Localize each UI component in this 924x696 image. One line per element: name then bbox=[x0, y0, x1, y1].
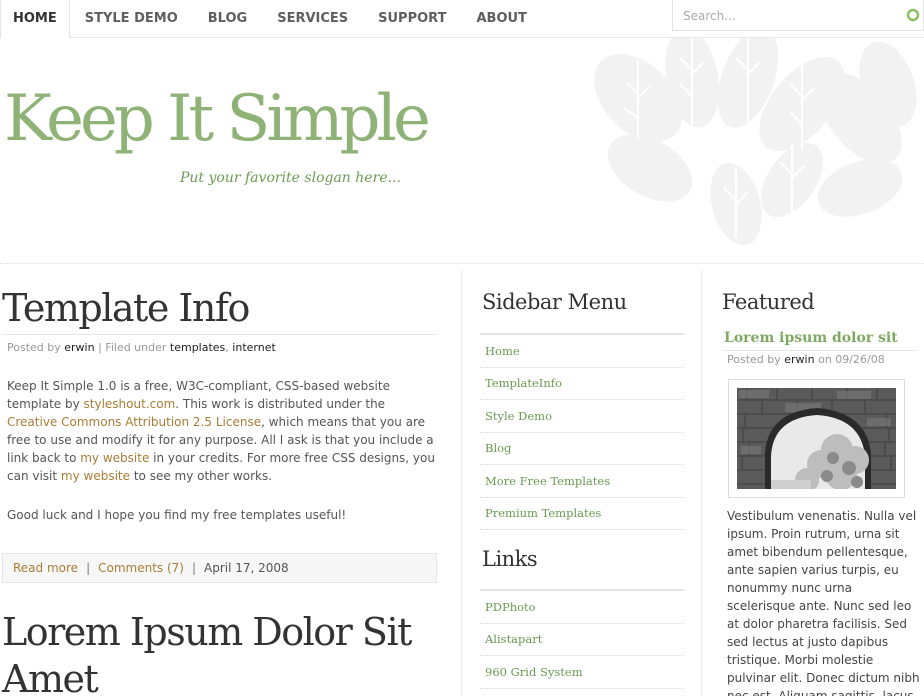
post-info: Posted by erwin | Filed under templates,… bbox=[7, 341, 276, 354]
main-nav: Home Style Demo Blog Services Support Ab… bbox=[0, 0, 542, 39]
featured-image[interactable] bbox=[737, 388, 896, 489]
search-box bbox=[672, 0, 924, 31]
post-paragraph: Good luck and I hope you find my free te… bbox=[7, 508, 347, 522]
sidebar-item-templateinfo[interactable]: TemplateInfo bbox=[480, 368, 684, 400]
main-content: Template Info Posted by erwin | Filed un… bbox=[0, 264, 462, 696]
post-tag-link[interactable]: internet bbox=[232, 341, 276, 354]
sidebar-item-premium-templates[interactable]: Premium Templates bbox=[480, 498, 684, 530]
sidebar-item-style-demo[interactable]: Style Demo bbox=[480, 400, 684, 433]
site-title[interactable]: Keep It Simple bbox=[4, 82, 431, 156]
nav-item-about[interactable]: About bbox=[461, 0, 541, 38]
featured-image-frame bbox=[728, 379, 905, 498]
featured-author-link[interactable]: erwin bbox=[784, 353, 814, 366]
sidebar-item-home[interactable]: Home bbox=[480, 335, 684, 368]
featured-body: Vestibulum venenatis. Nulla vel ipsum. P… bbox=[727, 509, 920, 696]
posted-by-label: Posted by bbox=[727, 353, 781, 366]
link-item-pdphoto[interactable]: PDPhoto bbox=[480, 591, 684, 624]
featured-heading: Featured bbox=[722, 290, 815, 314]
my-website-link[interactable]: my website bbox=[80, 451, 149, 465]
posted-by-label: Posted by bbox=[7, 341, 61, 354]
post-title[interactable]: Lorem Ipsum Dolor Sit bbox=[2, 610, 412, 654]
separator: | bbox=[191, 561, 197, 575]
link-item-alistapart[interactable]: Alistapart bbox=[480, 624, 684, 656]
top-navigation-bar: Home Style Demo Blog Services Support Ab… bbox=[0, 0, 924, 39]
site-slogan: Put your favorite slogan here... bbox=[180, 170, 401, 186]
links-list: PDPhoto Alistapart 960 Grid System bbox=[480, 591, 684, 689]
comments-link[interactable]: Comments (7) bbox=[98, 561, 184, 575]
decorative-leaf-graphic bbox=[594, 38, 917, 246]
nav-item-support[interactable]: Support bbox=[363, 0, 461, 38]
post-title[interactable]: Template Info bbox=[2, 286, 250, 330]
styleshout-link[interactable]: styleshout.com bbox=[84, 397, 176, 411]
my-website-link[interactable]: my website bbox=[61, 469, 130, 483]
post-body: Keep It Simple 1.0 is a free, W3C-compli… bbox=[7, 377, 439, 545]
featured-post-title[interactable]: Lorem ipsum dolor sit bbox=[724, 330, 898, 346]
post-title-divider bbox=[2, 334, 436, 335]
featured-section: Featured Lorem ipsum dolor sit Posted by… bbox=[702, 264, 924, 696]
sidebar-menu-heading: Sidebar Menu bbox=[482, 290, 627, 314]
nav-item-home[interactable]: Home bbox=[0, 0, 70, 39]
site-header: Keep It Simple Put your favorite slogan … bbox=[0, 38, 924, 264]
search-icon[interactable] bbox=[906, 8, 920, 22]
post-footer: Read more | Comments (7) | April 17, 2008 bbox=[2, 553, 437, 583]
search-input[interactable] bbox=[683, 6, 893, 26]
featured-post-info: Posted by erwin on 09/26/08 bbox=[727, 353, 885, 366]
featured-title-divider bbox=[724, 350, 916, 351]
post-text: to see my other works. bbox=[130, 469, 273, 483]
license-link[interactable]: Creative Commons Attribution 2.5 License bbox=[7, 415, 261, 429]
post-date: April 17, 2008 bbox=[204, 561, 289, 575]
link-item-960-grid-system[interactable]: 960 Grid System bbox=[480, 656, 684, 689]
post-tag-link[interactable]: templates bbox=[170, 341, 225, 354]
nav-item-services[interactable]: Services bbox=[262, 0, 363, 38]
filed-under-label: | Filed under bbox=[98, 341, 167, 354]
sidebar-menu-list: Home TemplateInfo Style Demo Blog More F… bbox=[480, 335, 684, 530]
sidebar-item-more-free-templates[interactable]: More Free Templates bbox=[480, 465, 684, 498]
featured-date: on 09/26/08 bbox=[818, 353, 885, 366]
post-text: . This work is distributed under the bbox=[175, 397, 386, 411]
post-paragraph: Keep It Simple 1.0 is a free, W3C-compli… bbox=[7, 377, 439, 485]
sidebar-item-blog[interactable]: Blog bbox=[480, 433, 684, 465]
post-title-continued[interactable]: Amet bbox=[2, 657, 99, 696]
sidebar: Sidebar Menu Home TemplateInfo Style Dem… bbox=[462, 264, 702, 696]
links-heading: Links bbox=[482, 547, 538, 571]
read-more-link[interactable]: Read more bbox=[13, 561, 78, 575]
nav-item-blog[interactable]: Blog bbox=[193, 0, 262, 38]
post-author-link[interactable]: erwin bbox=[64, 341, 94, 354]
separator: | bbox=[86, 561, 91, 575]
nav-item-style-demo[interactable]: Style Demo bbox=[70, 0, 193, 38]
